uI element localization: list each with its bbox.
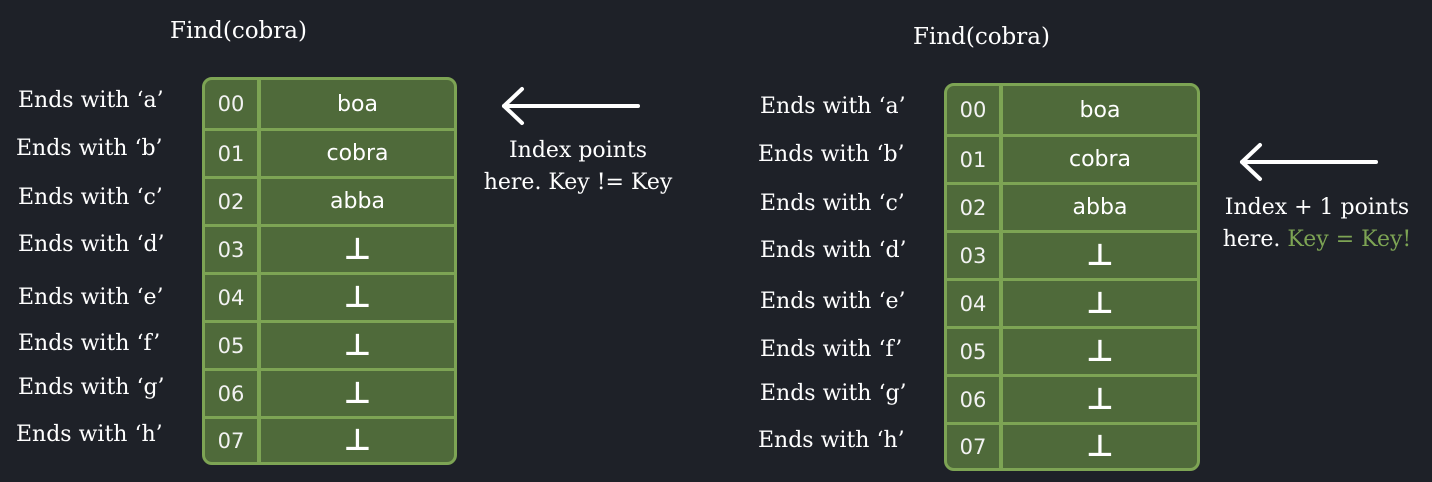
- left-note: Index points here. Key != Key: [478, 135, 678, 199]
- left-hash-table: 00 boa 01 cobra 02 abba 03 ⊥ 04 ⊥ 05 ⊥ 0…: [202, 77, 457, 465]
- right-label-a: Ends with ‘a’: [760, 94, 906, 119]
- left-note-line2: here. Key != Key: [483, 170, 673, 195]
- left-empty-bottom-cell: ⊥: [343, 280, 372, 315]
- right-label-g: Ends with ‘g’: [760, 381, 907, 406]
- right-note: Index + 1 points here. Key = Key!: [1212, 192, 1422, 256]
- right-label-c: Ends with ‘c’: [760, 191, 905, 216]
- right-note-line2: here. Key = Key!: [1212, 224, 1422, 256]
- right-label-d: Ends with ‘d’: [760, 238, 907, 263]
- right-index-cell: 02: [947, 185, 1003, 230]
- left-label-f: Ends with ‘f’: [18, 331, 161, 356]
- left-label-g: Ends with ‘g’: [18, 375, 165, 400]
- left-index-cell: 00: [205, 80, 261, 128]
- left-index-cell: 02: [205, 179, 261, 224]
- right-table-row: 02 abba: [947, 182, 1197, 230]
- right-index-cell: 06: [947, 377, 1003, 422]
- left-table-row: 02 abba: [205, 176, 454, 224]
- right-note-line1: Index + 1 points: [1224, 195, 1410, 220]
- left-empty-bottom-cell: ⊥: [343, 328, 372, 363]
- right-empty-bottom-cell: ⊥: [1086, 429, 1114, 464]
- left-title: Find(cobra): [170, 18, 307, 44]
- right-label-e: Ends with ‘e’: [760, 289, 906, 314]
- left-table-row: 00 boa: [205, 80, 454, 128]
- left-label-c: Ends with ‘c’: [18, 185, 163, 210]
- left-empty-bottom-cell: ⊥: [343, 423, 372, 458]
- left-table-row: 01 cobra: [205, 128, 454, 176]
- left-index-cell: 05: [205, 323, 261, 368]
- left-panel: Find(cobra) Ends with ‘a’ Ends with ‘b’ …: [0, 0, 716, 482]
- left-label-a: Ends with ‘a’: [18, 88, 164, 113]
- right-index-cell: 01: [947, 137, 1003, 182]
- right-value-cell: abba: [1072, 195, 1128, 220]
- left-table-row: 06 ⊥: [205, 368, 454, 416]
- left-empty-bottom-cell: ⊥: [343, 376, 372, 411]
- right-index-cell: 03: [947, 233, 1003, 278]
- right-table-row: 04 ⊥: [947, 278, 1197, 326]
- left-index-cell: 03: [205, 227, 261, 272]
- right-panel: Find(cobra) Ends with ‘a’ Ends with ‘b’ …: [716, 0, 1432, 482]
- right-table-row: 01 cobra: [947, 134, 1197, 182]
- left-empty-bottom-cell: ⊥: [343, 232, 372, 267]
- right-index-cell: 05: [947, 329, 1003, 374]
- right-index-cell: 00: [947, 86, 1003, 134]
- right-table-row: 03 ⊥: [947, 230, 1197, 278]
- right-hash-table: 00 boa 01 cobra 02 abba 03 ⊥ 04 ⊥ 05 ⊥ 0…: [944, 83, 1200, 471]
- right-title: Find(cobra): [913, 24, 1050, 50]
- left-index-cell: 04: [205, 275, 261, 320]
- left-table-row: 05 ⊥: [205, 320, 454, 368]
- left-index-cell: 07: [205, 419, 261, 462]
- left-table-row: 03 ⊥: [205, 224, 454, 272]
- left-label-b: Ends with ‘b’: [16, 136, 163, 161]
- left-value-cell: cobra: [326, 141, 389, 166]
- left-value-cell: abba: [330, 189, 385, 214]
- left-note-line1: Index points: [508, 138, 648, 163]
- left-value-cell: boa: [337, 91, 378, 117]
- right-empty-bottom-cell: ⊥: [1086, 382, 1114, 417]
- right-empty-bottom-cell: ⊥: [1086, 238, 1114, 273]
- right-empty-bottom-cell: ⊥: [1086, 286, 1114, 321]
- right-label-f: Ends with ‘f’: [760, 337, 903, 362]
- right-table-row: 06 ⊥: [947, 374, 1197, 422]
- right-index-cell: 07: [947, 425, 1003, 468]
- left-index-cell: 01: [205, 131, 261, 176]
- left-label-e: Ends with ‘e’: [18, 285, 164, 310]
- left-table-row: 04 ⊥: [205, 272, 454, 320]
- right-pointer-arrow-icon: [1240, 143, 1378, 181]
- right-label-b: Ends with ‘b’: [758, 142, 905, 167]
- left-label-d: Ends with ‘d’: [18, 232, 165, 257]
- right-value-cell: boa: [1079, 97, 1121, 123]
- right-table-row: 07 ⊥: [947, 422, 1197, 468]
- right-note-line2-highlight: Key = Key!: [1287, 227, 1412, 252]
- left-label-h: Ends with ‘h’: [16, 422, 163, 447]
- right-value-cell: cobra: [1068, 147, 1132, 172]
- right-table-row: 05 ⊥: [947, 326, 1197, 374]
- left-pointer-arrow-icon: [502, 87, 640, 125]
- right-empty-bottom-cell: ⊥: [1086, 334, 1114, 369]
- right-table-row: 00 boa: [947, 86, 1197, 134]
- right-note-line2-plain: here.: [1222, 227, 1281, 252]
- right-label-h: Ends with ‘h’: [758, 428, 905, 453]
- right-index-cell: 04: [947, 281, 1003, 326]
- left-table-row: 07 ⊥: [205, 416, 454, 462]
- left-index-cell: 06: [205, 371, 261, 416]
